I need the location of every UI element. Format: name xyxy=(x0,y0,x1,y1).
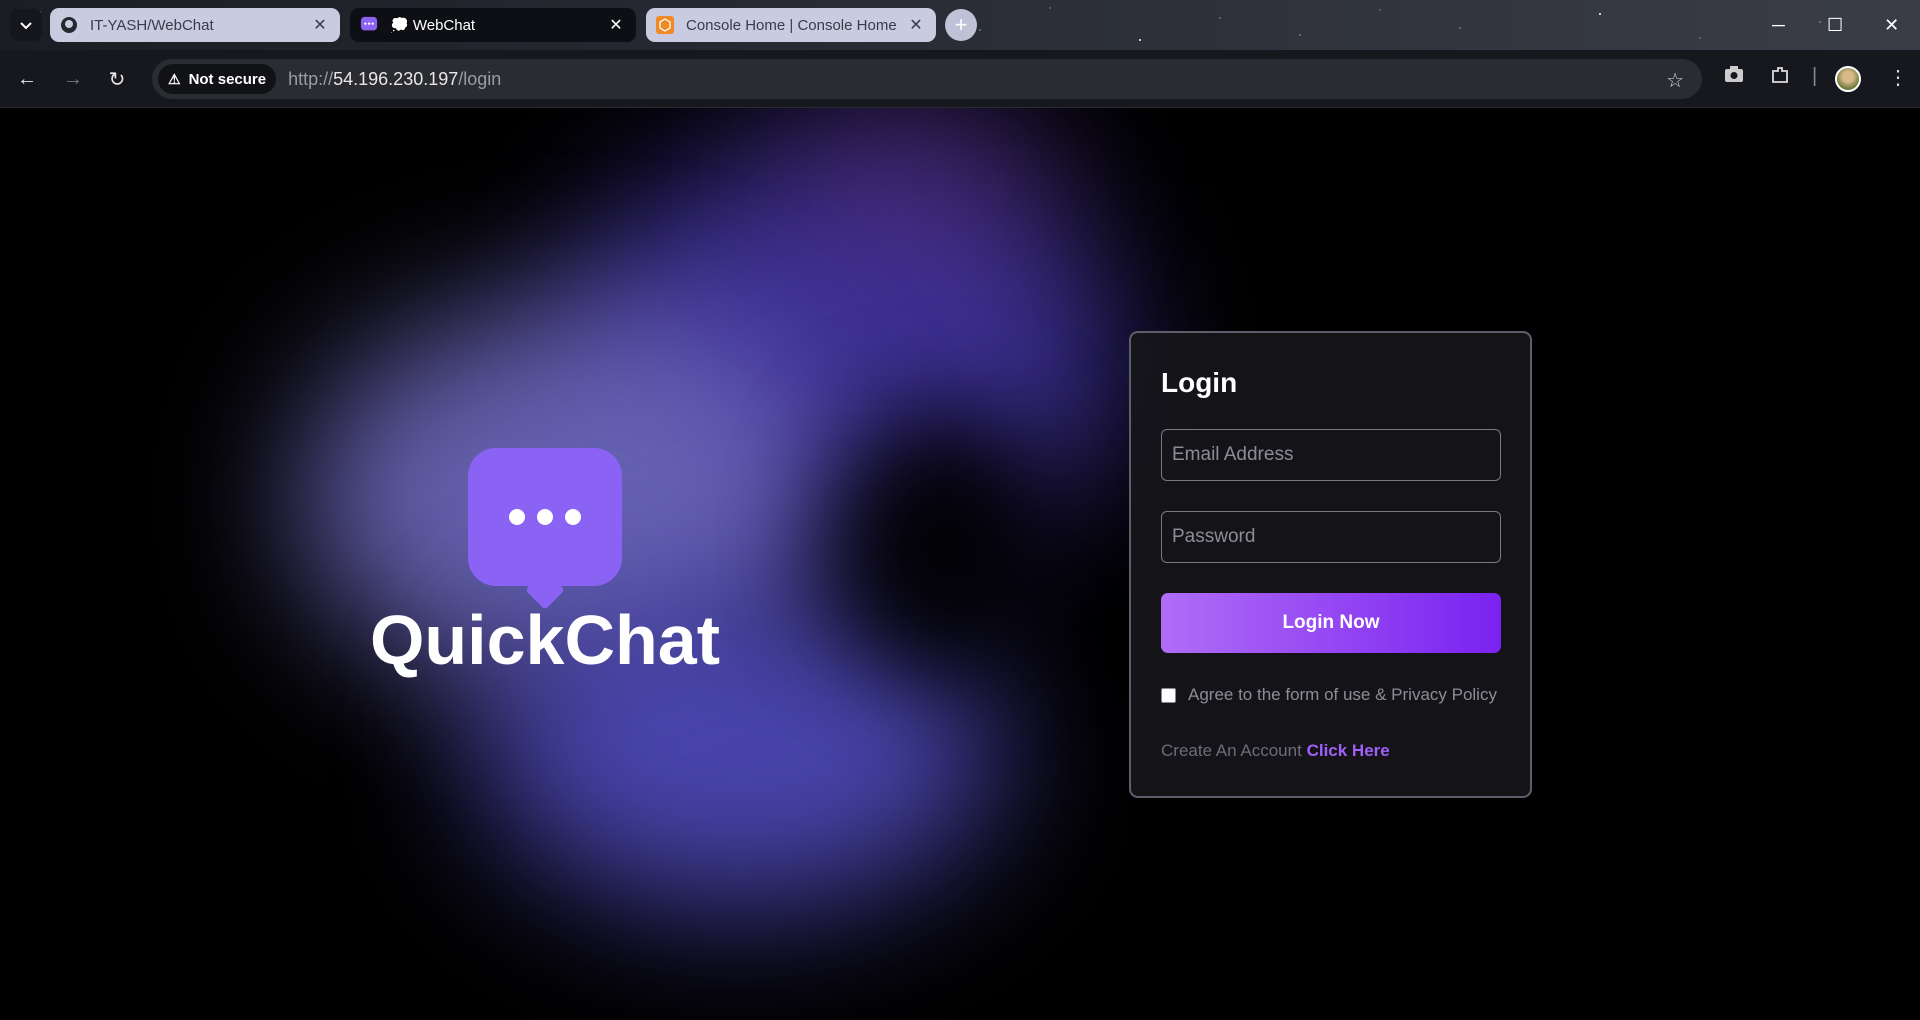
browser-toolbar: ← → ↻ ⚠ Not secure http://54.196.230.197… xyxy=(0,50,1920,108)
close-icon[interactable]: ✕ xyxy=(310,15,330,35)
url-text[interactable]: http://54.196.230.197/login xyxy=(288,69,501,90)
camera-icon[interactable] xyxy=(1724,65,1744,89)
password-field[interactable] xyxy=(1161,511,1501,563)
logo-dot xyxy=(509,509,525,525)
chat-bubble-logo-icon xyxy=(468,448,622,586)
maximize-icon[interactable]: ☐ xyxy=(1807,0,1864,50)
login-title: Login xyxy=(1161,367,1238,398)
window-controls: ─ ☐ ✕ xyxy=(1750,0,1920,50)
brand-block: QuickChat xyxy=(330,448,760,680)
background-shadow xyxy=(830,408,1050,668)
github-icon xyxy=(60,16,78,34)
logo-dot xyxy=(565,509,581,525)
new-tab-button[interactable]: + xyxy=(945,9,977,41)
login-button[interactable]: Login Now xyxy=(1161,593,1501,653)
security-label: Not secure xyxy=(188,70,267,88)
close-icon[interactable]: ✕ xyxy=(606,15,626,35)
address-bar[interactable]: ⚠ Not secure http://54.196.230.197/login… xyxy=(152,59,1702,99)
aws-icon xyxy=(656,16,674,34)
close-icon[interactable]: ✕ xyxy=(906,15,926,35)
chat-icon xyxy=(360,16,378,34)
minimize-icon[interactable]: ─ xyxy=(1750,0,1807,50)
tab-webchat[interactable]: 💭 WebChat ✕ xyxy=(350,8,636,42)
warning-icon: ⚠ xyxy=(168,70,181,87)
forward-icon[interactable]: → xyxy=(60,66,86,92)
brand-name: QuickChat xyxy=(369,601,721,679)
close-window-icon[interactable]: ✕ xyxy=(1863,0,1920,50)
background-glow xyxy=(780,108,1060,248)
url-scheme: http:// xyxy=(288,68,334,89)
create-account-link[interactable]: Click Here xyxy=(1307,741,1390,760)
tab-search-button[interactable] xyxy=(10,9,42,41)
toolbar-divider: | xyxy=(1812,65,1818,87)
tab-github[interactable]: IT-YASH/WebChat ✕ xyxy=(50,8,340,42)
tab-aws-console[interactable]: Console Home | Console Home ✕ xyxy=(646,8,936,42)
login-card: Login Login Now Agree to the form of use… xyxy=(1129,331,1532,798)
reload-icon[interactable]: ↻ xyxy=(104,66,130,92)
login-page: QuickChat Login Login Now Agree to the f… xyxy=(0,108,1920,1020)
agree-row: Agree to the form of use & Privacy Polic… xyxy=(1161,685,1500,705)
profile-avatar[interactable] xyxy=(1835,66,1861,92)
tab-title: IT-YASH/WebChat xyxy=(90,16,214,34)
tab-title: 💭 WebChat xyxy=(390,17,476,34)
create-account-text: Create An Account xyxy=(1161,741,1302,760)
agree-label: Agree to the form of use & Privacy Polic… xyxy=(1188,685,1497,704)
tab-title: Console Home | Console Home xyxy=(686,16,897,34)
create-account-row: Create An Account Click Here xyxy=(1161,741,1500,761)
url-host: 54.196.230.197 xyxy=(333,68,459,89)
bookmark-star-icon[interactable]: ☆ xyxy=(1666,68,1684,93)
menu-kebab-icon[interactable]: ⋮ xyxy=(1888,65,1908,90)
logo-dot xyxy=(537,509,553,525)
agree-checkbox[interactable] xyxy=(1161,687,1176,703)
back-icon[interactable]: ← xyxy=(14,66,40,92)
extensions-icon[interactable] xyxy=(1770,65,1790,91)
browser-tabstrip: IT-YASH/WebChat ✕ 💭 WebChat ✕ Console Ho… xyxy=(0,0,1920,50)
email-field[interactable] xyxy=(1161,429,1501,481)
url-path: /login xyxy=(458,68,502,89)
security-chip[interactable]: ⚠ Not secure xyxy=(158,64,277,94)
chevron-down-icon xyxy=(20,22,32,30)
